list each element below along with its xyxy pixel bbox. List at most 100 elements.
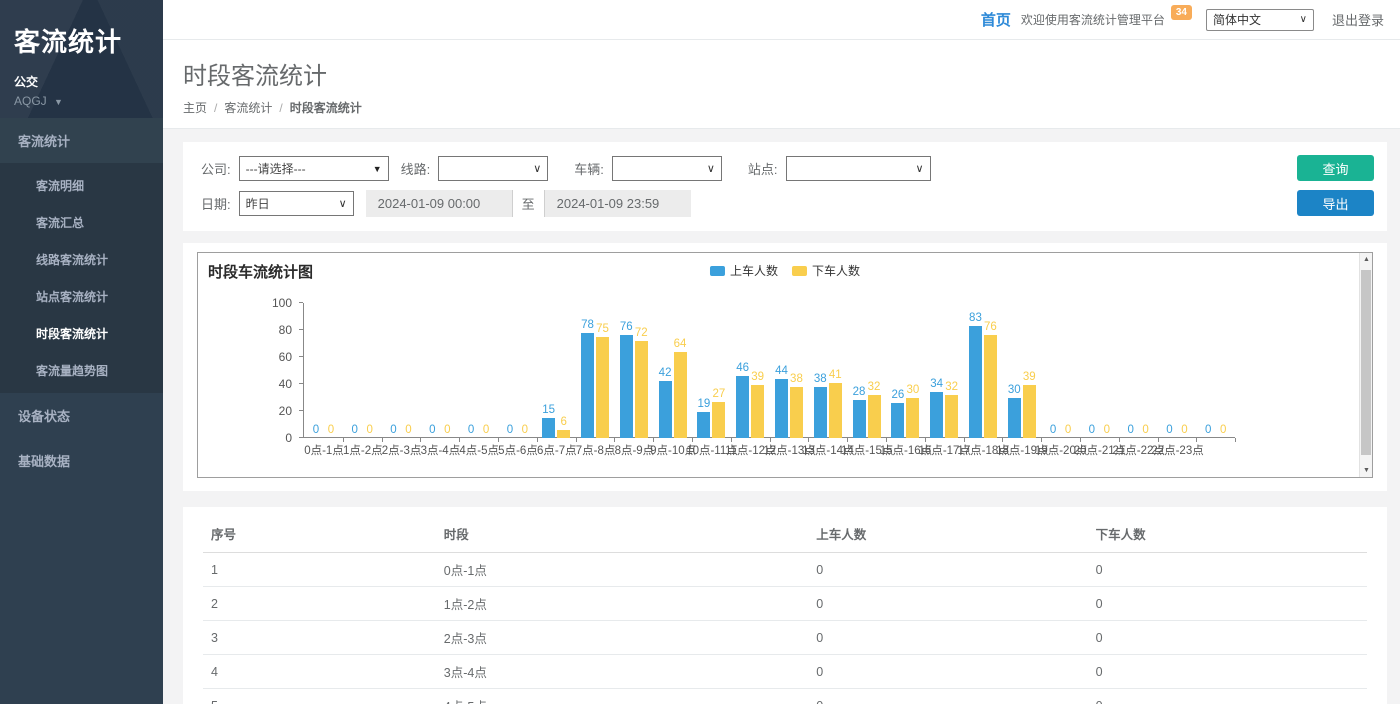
sidebar-submenu: 客流明细客流汇总线路客流统计站点客流统计时段客流统计客流量趋势图 [0,163,163,393]
chart-panel: 时段车流统计图 上车人数下车人数 020406080100 000点-1点001… [183,243,1387,491]
legend-label: 下车人数 [812,262,860,279]
sidebar-item-客流汇总[interactable]: 客流汇总 [0,204,163,241]
export-button[interactable]: 导出 [1297,190,1374,216]
chart-legend: 上车人数 下车人数 [710,262,860,279]
table-header-cell: 上车人数 [808,515,1087,553]
legend-item-上车人数[interactable]: 上车人数 [710,262,778,279]
line-filter-label: 线路: [401,159,431,178]
sidebar-item-站点客流统计[interactable]: 站点客流统计 [0,278,163,315]
chart-bars-area: 000点-1点001点-2点002点-3点003点-4点004点-5点005点-… [303,303,1235,438]
legend-item-下车人数[interactable]: 下车人数 [792,262,860,279]
bar-上车人数[interactable] [736,376,749,438]
bar-下车人数[interactable] [635,341,648,438]
chart-category: 000点-1点 [304,303,343,438]
bar-上车人数[interactable] [814,387,827,438]
company-dropdown[interactable]: AQGJ ▼ [14,94,163,108]
chart-category: 0019点-20点 [1041,303,1080,438]
table-header-cell: 序号 [203,515,436,553]
legend-label: 上车人数 [730,262,778,279]
bar-上车人数[interactable] [853,400,866,438]
table-row: 54点-5点00 [203,689,1367,704]
topbar: 首页 欢迎使用客流统计管理平台 34 简体中文 ∨ 退出登录 [163,0,1400,40]
sidebar-item-设备状态[interactable]: 设备状态 [0,393,163,438]
bar-上车人数[interactable] [775,379,788,438]
table-cell: 1点-2点 [436,587,808,621]
x-axis-tick [1235,438,1236,442]
bar-下车人数[interactable] [596,337,609,438]
sidebar-item-客流量趋势图[interactable]: 客流量趋势图 [0,352,163,389]
language-select[interactable]: 简体中文 ∨ [1206,9,1314,31]
bar-下车人数[interactable] [868,395,881,438]
bar-上车人数[interactable] [930,392,943,438]
chart-category: 0020点-21点 [1080,303,1119,438]
query-button[interactable]: 查询 [1297,155,1374,181]
breadcrumb-item[interactable]: 主页 [183,99,207,116]
app-root: 客流统计 公交 AQGJ ▼ 客流统计客流明细客流汇总线路客流统计站点客流统计时… [0,0,1400,704]
chart-category: 283214点-15点 [847,303,886,438]
table-cell: 0 [1088,655,1367,689]
table-panel: 序号时段上车人数下车人数 10点-1点0021点-2点0032点-3点0043点… [183,507,1387,704]
bar-上车人数[interactable] [697,412,710,438]
table-cell: 0 [808,655,1087,689]
table-row: 10点-1点00 [203,553,1367,587]
bar-上车人数[interactable] [581,333,594,438]
scrollbar-down-arrow-icon[interactable]: ▼ [1360,464,1373,477]
table-cell: 4 [203,655,436,689]
filter-row-2: 日期: 昨日 ∨ 2024-01-09 00:00 至 2024-01-09 2… [197,190,1371,217]
sidebar-item-客流明细[interactable]: 客流明细 [0,167,163,204]
page-title: 时段客流统计 [183,56,1400,91]
bar-下车人数[interactable] [945,395,958,438]
breadcrumb-item[interactable]: 客流统计 [224,99,272,116]
line-filter-select[interactable]: ∨ [438,156,548,181]
chart-vertical-scrollbar[interactable]: ▲ ▼ [1359,253,1372,477]
chart-category: 004点-5点 [459,303,498,438]
chart-plot: 020406080100 000点-1点001点-2点002点-3点003点-4… [198,303,1358,463]
bar-下车人数[interactable] [906,398,919,439]
table-cell: 0点-1点 [436,553,808,587]
breadcrumb-separator: / [214,101,217,115]
home-link[interactable]: 首页 [981,9,1011,30]
notification-badge[interactable]: 34 [1171,5,1192,20]
y-axis-tick-label: 40 [279,377,292,391]
sidebar-item-基础数据[interactable]: 基础数据 [0,438,163,483]
company-filter-select[interactable]: ---请选择--- ▼ [239,156,389,181]
table-cell: 0 [808,553,1087,587]
app-logo-title: 客流统计 [14,22,163,59]
bar-下车人数[interactable] [674,352,687,438]
bar-上车人数[interactable] [1008,398,1021,439]
bar-上车人数[interactable] [969,326,982,438]
scrollbar-thumb[interactable] [1361,270,1371,455]
x-axis-tick-label: 22点-23点 [1148,442,1208,458]
table-cell: 2 [203,587,436,621]
chart-category: 443812点-13点 [770,303,809,438]
logout-link[interactable]: 退出登录 [1332,10,1384,29]
caret-down-icon: ▼ [54,97,63,107]
station-filter-select[interactable]: ∨ [786,156,931,181]
filter-row-1: 公司: ---请选择--- ▼ 线路: ∨ 车辆: ∨ 站点 [197,156,1371,181]
bar-下车人数[interactable] [751,385,764,438]
chart-category: 005点-6点 [498,303,537,438]
date-from-input[interactable]: 2024-01-09 00:00 [366,190,512,217]
bar-下车人数[interactable] [790,387,803,438]
bar-下车人数[interactable] [557,430,570,438]
bar-上车人数[interactable] [620,335,633,438]
table-cell: 5 [203,689,436,704]
date-preset-select[interactable]: 昨日 ∨ [239,191,354,216]
bar-上车人数[interactable] [659,381,672,438]
date-to-input[interactable]: 2024-01-09 23:59 [545,190,691,217]
company-dropdown-label: AQGJ [14,94,47,108]
scrollbar-up-arrow-icon[interactable]: ▲ [1360,253,1373,266]
sidebar-item-线路客流统计[interactable]: 线路客流统计 [0,241,163,278]
bar-上车人数[interactable] [891,403,904,438]
sidebar-item-时段客流统计[interactable]: 时段客流统计 [0,315,163,352]
sidebar-nav: 客流统计客流明细客流汇总线路客流统计站点客流统计时段客流统计客流量趋势图设备状态… [0,118,163,483]
chart-category: 003点-4点 [420,303,459,438]
table-cell: 0 [808,587,1087,621]
chart-category: 0023点-24点 [1196,303,1235,438]
bar-下车人数[interactable] [712,402,725,438]
page-heading: 时段客流统计 主页/客流统计/时段客流统计 [163,40,1400,129]
sidebar-section-客流统计[interactable]: 客流统计 [0,118,163,163]
chart-category: 002点-3点 [382,303,421,438]
vehicle-filter-select[interactable]: ∨ [612,156,722,181]
bar-value-label: 15 [529,404,569,416]
